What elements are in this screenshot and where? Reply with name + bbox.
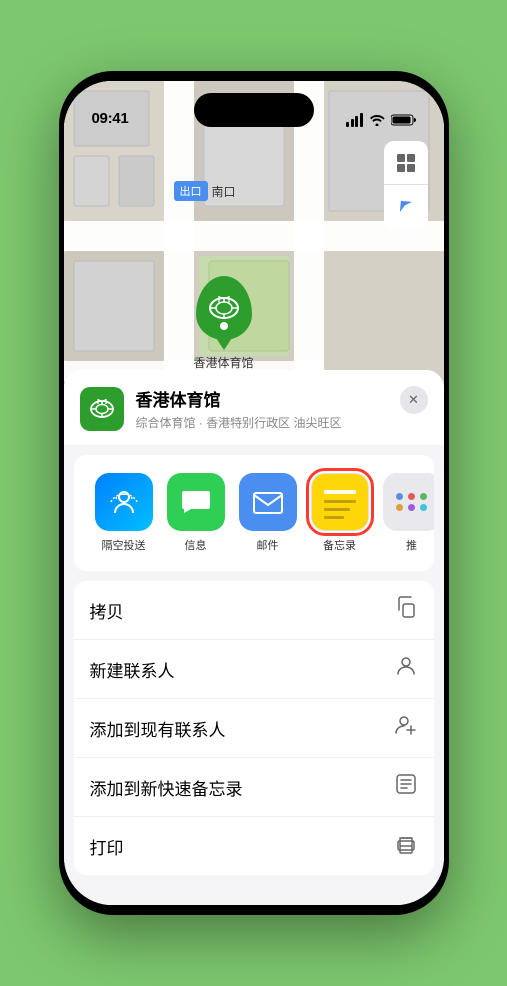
copy-label: 拷贝 [90,598,124,623]
mail-icon [239,473,297,531]
share-notes[interactable]: 备忘录 [304,469,376,557]
action-copy[interactable]: 拷贝 [74,581,434,640]
marker-dot [220,322,228,330]
print-label: 打印 [90,834,124,859]
map-exit-label: 出口 南口 [174,181,236,201]
notes-symbol [320,482,360,522]
messages-symbol [179,485,213,519]
new-contact-label: 新建联系人 [90,657,175,682]
phone-frame: 09:41 [59,71,449,915]
exit-name: 南口 [212,183,236,200]
bottom-sheet: 香港体育馆 综合体育馆 · 香港特别行政区 油尖旺区 ✕ [64,370,444,905]
wifi-icon [369,114,385,126]
action-quick-note[interactable]: 添加到新快速备忘录 [74,758,434,817]
airdrop-label: 隔空投送 [102,537,146,553]
action-print[interactable]: 打印 [74,817,434,875]
venue-name: 香港体育馆 [136,386,428,411]
stadium-marker: 香港体育馆 [194,276,254,371]
location-button[interactable] [384,185,428,229]
messages-icon [167,473,225,531]
more-label: 推 [406,537,417,553]
close-button[interactable]: ✕ [400,386,428,414]
phone-screen: 09:41 [64,81,444,905]
location-arrow-icon [396,197,416,217]
stadium-icon [207,293,241,323]
add-contact-icon [394,713,418,743]
map-controls [384,141,428,229]
venue-subtitle: 综合体育馆 · 香港特别行政区 油尖旺区 [136,414,428,431]
marker-pin [196,276,252,340]
location-header: 香港体育馆 综合体育馆 · 香港特别行政区 油尖旺区 ✕ [64,370,444,445]
signal-icon [346,113,363,127]
dynamic-island [194,93,314,127]
share-row: 隔空投送 信息 [74,455,434,571]
location-venue-icon [80,387,124,431]
location-info: 香港体育馆 综合体育馆 · 香港特别行政区 油尖旺区 [136,386,428,431]
share-messages[interactable]: 信息 [160,469,232,557]
notes-label: 备忘录 [323,537,356,553]
quick-note-label: 添加到新快速备忘录 [90,775,243,800]
messages-label: 信息 [185,537,207,553]
action-list: 拷贝 新建联系人 [74,581,434,875]
map-layer-icon [395,152,417,174]
exit-tag: 出口 [174,181,208,201]
action-new-contact[interactable]: 新建联系人 [74,640,434,699]
more-icon [383,473,434,531]
add-contact-label: 添加到现有联系人 [90,716,226,741]
status-time: 09:41 [92,110,129,127]
share-more[interactable]: 推 [376,469,434,557]
map-layer-button[interactable] [384,141,428,185]
venue-stadium-icon [88,395,116,423]
notes-icon [311,473,369,531]
share-airdrop[interactable]: 隔空投送 [88,469,160,557]
share-mail[interactable]: 邮件 [232,469,304,557]
quick-note-icon [394,772,418,802]
mail-symbol [251,485,285,519]
status-icons [346,113,416,127]
marker-label: 香港体育馆 [194,354,254,371]
battery-icon [391,114,416,126]
close-icon: ✕ [408,392,419,408]
airdrop-icon [95,473,153,531]
print-icon [394,831,418,861]
copy-icon [394,595,418,625]
new-contact-icon [394,654,418,684]
mail-label: 邮件 [257,537,279,553]
airdrop-symbol [107,485,141,519]
action-add-contact[interactable]: 添加到现有联系人 [74,699,434,758]
